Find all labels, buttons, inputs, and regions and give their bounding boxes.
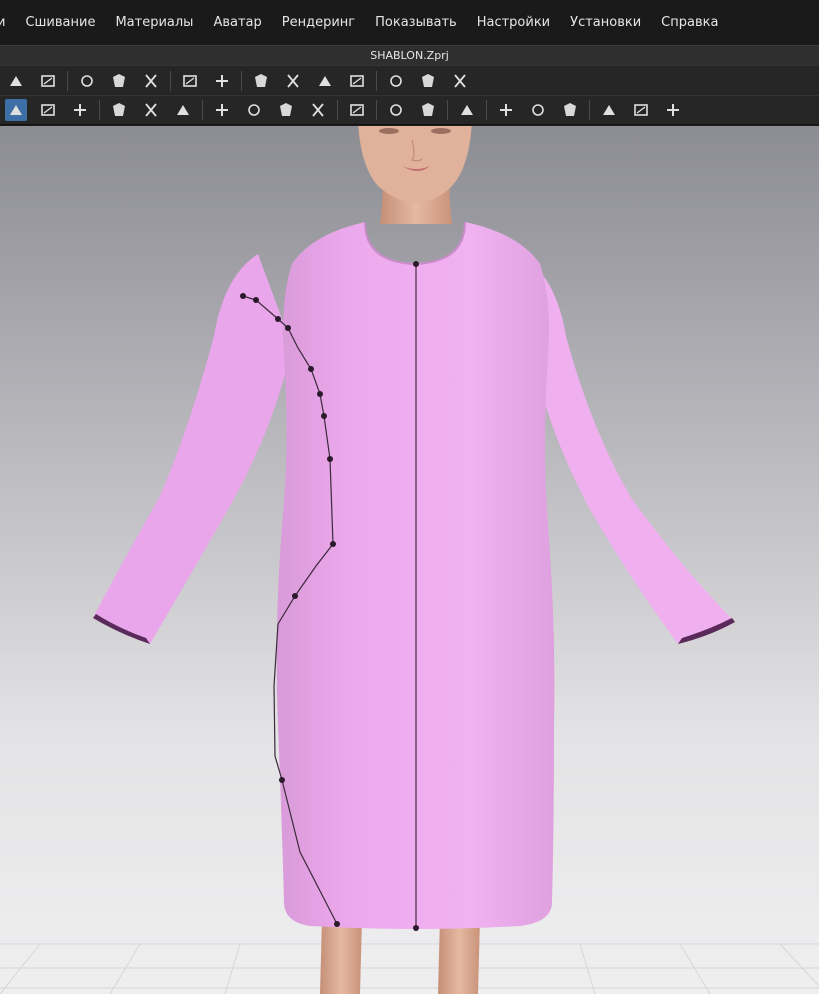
- menu-item-rendering[interactable]: Рендеринг: [272, 0, 365, 45]
- menu-item-settings[interactable]: Настройки: [467, 0, 560, 45]
- toolbar-separator: [202, 100, 203, 120]
- fold-icon[interactable]: [559, 99, 581, 121]
- toolbar-separator: [376, 100, 377, 120]
- toolbar-separator: [376, 70, 377, 91]
- split-icon[interactable]: [456, 99, 478, 121]
- menu-item-sewing[interactable]: Сшивание: [15, 0, 105, 45]
- transform-pattern-icon[interactable]: [5, 70, 27, 92]
- free-sewing-icon[interactable]: [140, 70, 162, 92]
- button-icon[interactable]: [211, 99, 233, 121]
- menu-bar: и Сшивание Материалы Аватар Рендеринг По…: [0, 0, 819, 45]
- floor-grid: [0, 943, 819, 994]
- 3d-viewport[interactable]: [0, 126, 819, 994]
- right-sleeve: [520, 254, 735, 644]
- avatar-legs: [320, 918, 480, 994]
- select-move-icon[interactable]: [5, 99, 27, 121]
- lock-icon[interactable]: [307, 99, 329, 121]
- edit-pattern-icon[interactable]: [37, 70, 59, 92]
- shirring-icon[interactable]: [495, 99, 517, 121]
- menu-item-avatar[interactable]: Аватар: [203, 0, 271, 45]
- garment-fit-icon[interactable]: [211, 70, 233, 92]
- toolbar-separator: [486, 100, 487, 120]
- garment-reset-icon[interactable]: [662, 99, 684, 121]
- menu-item-materials[interactable]: Материалы: [105, 0, 203, 45]
- menu-item-display[interactable]: Показывать: [365, 0, 467, 45]
- topstitch-icon[interactable]: [172, 99, 194, 121]
- toolbar-separator: [67, 70, 68, 91]
- zipper-icon[interactable]: [346, 99, 368, 121]
- buttonhole-icon[interactable]: [243, 99, 265, 121]
- ruler-icon[interactable]: [449, 70, 471, 92]
- tack-icon[interactable]: [250, 70, 272, 92]
- window-title: SHABLON.Zprj: [0, 45, 819, 65]
- piping-icon[interactable]: [527, 99, 549, 121]
- viewport-scene: [0, 126, 819, 994]
- garment-icon[interactable]: [179, 70, 201, 92]
- garment-back-icon[interactable]: [630, 99, 652, 121]
- menu-item-preferences[interactable]: Установки: [560, 0, 651, 45]
- left-sleeve: [93, 254, 292, 644]
- toolbar-bottom: [0, 95, 819, 125]
- puckering-icon[interactable]: [385, 99, 407, 121]
- measure-icon[interactable]: [385, 70, 407, 92]
- toolbar-separator: [447, 100, 448, 120]
- toolbar-separator: [589, 100, 590, 120]
- toolbar-separator: [337, 100, 338, 120]
- line-icon[interactable]: [275, 99, 297, 121]
- segment-sewing-icon[interactable]: [108, 70, 130, 92]
- menu-item-help[interactable]: Справка: [651, 0, 728, 45]
- tape-icon[interactable]: [282, 70, 304, 92]
- graphic-icon[interactable]: [140, 99, 162, 121]
- ring-icon[interactable]: [417, 70, 439, 92]
- toolbar-separator: [170, 70, 171, 91]
- pin-icon[interactable]: [314, 70, 336, 92]
- toolbar-top: [0, 65, 819, 95]
- garment-front-icon[interactable]: [598, 99, 620, 121]
- edit-avatar-icon[interactable]: [37, 99, 59, 121]
- texture-icon[interactable]: [108, 99, 130, 121]
- avatar-fit-icon[interactable]: [69, 99, 91, 121]
- fold-arrangement-icon[interactable]: [346, 70, 368, 92]
- elastic-icon[interactable]: [417, 99, 439, 121]
- toolbar-separator: [241, 70, 242, 91]
- edit-curve-point-icon[interactable]: [76, 70, 98, 92]
- avatar-head: [358, 126, 472, 224]
- toolbar-separator: [99, 100, 100, 120]
- menu-item-partial[interactable]: и: [0, 0, 15, 45]
